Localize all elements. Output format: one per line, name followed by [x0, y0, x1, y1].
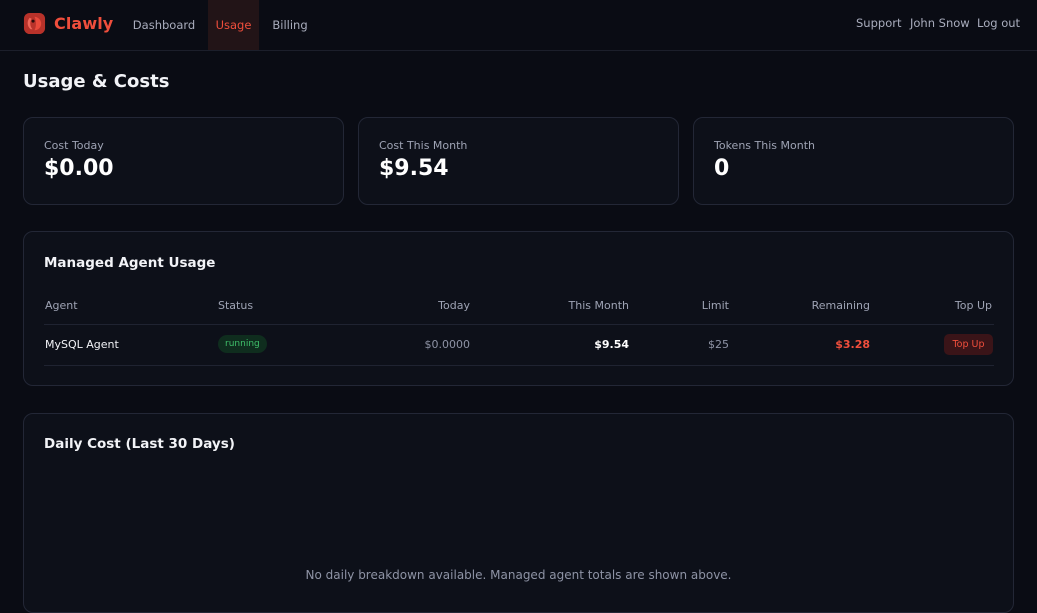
stat-card-cost-month: Cost This Month $9.54	[358, 117, 679, 205]
page-title: Usage & Costs	[23, 71, 170, 92]
brand[interactable]: Clawly	[23, 12, 113, 35]
claw-logo-icon	[23, 12, 46, 35]
stat-label: Cost Today	[44, 139, 104, 152]
logout-link[interactable]: Log out	[977, 16, 1020, 30]
tab-dashboard[interactable]: Dashboard	[127, 0, 201, 50]
agent-name: MySQL Agent	[45, 338, 119, 351]
managed-agent-usage-card: Managed Agent Usage Agent Status Today T…	[23, 231, 1014, 386]
row-divider	[44, 365, 994, 366]
column-header-top-up: Top Up	[954, 299, 992, 312]
column-header-today: Today	[438, 299, 470, 312]
stat-value: $9.54	[379, 156, 449, 181]
cost-this-month: $9.54	[594, 338, 629, 351]
stat-value: 0	[714, 156, 730, 181]
top-up-button[interactable]: Top Up	[944, 334, 993, 355]
stat-label: Cost This Month	[379, 139, 468, 152]
column-header-agent: Agent	[45, 299, 78, 312]
stat-label: Tokens This Month	[714, 139, 815, 152]
support-link[interactable]: Support	[856, 16, 901, 30]
limit-value: $25	[708, 338, 729, 351]
cost-today: $0.0000	[424, 338, 471, 351]
tab-billing[interactable]: Billing	[266, 0, 314, 50]
column-header-limit: Limit	[701, 299, 729, 312]
stat-card-tokens-month: Tokens This Month 0	[693, 117, 1014, 205]
empty-state-message: No daily breakdown available. Managed ag…	[305, 568, 732, 582]
daily-cost-card: Daily Cost (Last 30 Days) No daily break…	[23, 413, 1014, 613]
column-header-remaining: Remaining	[811, 299, 870, 312]
user-name-link[interactable]: John Snow	[910, 16, 970, 30]
section-title: Managed Agent Usage	[44, 255, 216, 271]
header-divider	[44, 324, 994, 325]
stat-card-cost-today: Cost Today $0.00	[23, 117, 344, 205]
section-title: Daily Cost (Last 30 Days)	[44, 436, 235, 452]
column-header-this-month: This Month	[568, 299, 629, 312]
remaining-value: $3.28	[835, 338, 870, 351]
top-nav: Clawly Dashboard Usage Billing Support J…	[0, 0, 1037, 51]
brand-name: Clawly	[54, 14, 114, 33]
status-badge: running	[218, 335, 267, 353]
stat-value: $0.00	[44, 156, 114, 181]
column-header-status: Status	[218, 299, 254, 312]
tab-usage[interactable]: Usage	[208, 0, 259, 50]
